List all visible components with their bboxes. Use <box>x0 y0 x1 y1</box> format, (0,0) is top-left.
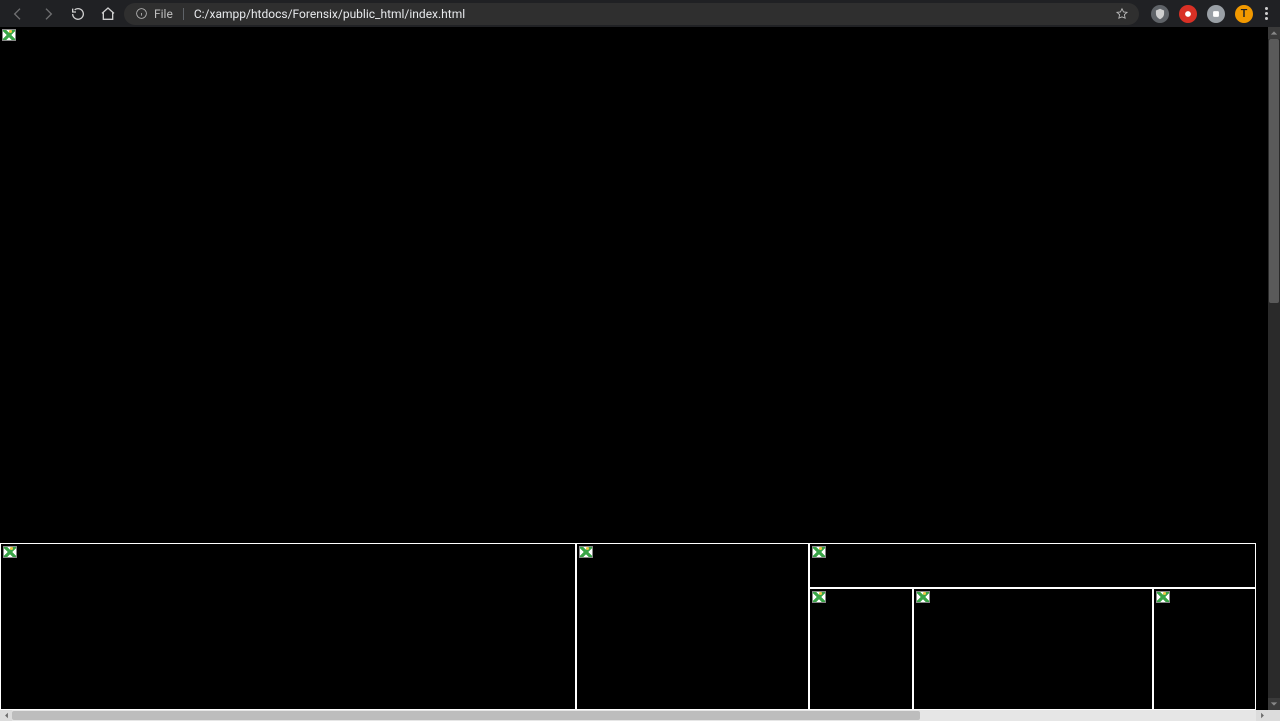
broken-image-row2-a <box>809 588 913 710</box>
bookmark-star-icon[interactable] <box>1115 7 1129 21</box>
nav-cluster <box>6 6 116 22</box>
scroll-up-arrow-icon[interactable] <box>1268 27 1280 39</box>
horizontal-scroll-track[interactable] <box>12 710 1256 721</box>
vertical-scrollbar[interactable] <box>1268 27 1280 710</box>
extension-grey-icon[interactable] <box>1207 5 1225 23</box>
extension-shield-icon[interactable] <box>1151 5 1169 23</box>
site-info-icon[interactable] <box>134 7 148 21</box>
broken-image-row1-a <box>0 543 576 710</box>
scroll-left-arrow-icon[interactable] <box>0 710 12 721</box>
chrome-menu-button[interactable] <box>1263 5 1270 22</box>
url-separator <box>183 8 184 20</box>
back-button[interactable] <box>10 6 26 22</box>
address-bar[interactable]: File C:/xampp/htdocs/Forensix/public_htm… <box>124 3 1139 25</box>
broken-image-row1-c <box>809 543 1256 588</box>
horizontal-scroll-thumb[interactable] <box>12 711 920 720</box>
vertical-scroll-track[interactable] <box>1268 39 1280 698</box>
broken-image-row2-c <box>1153 588 1256 710</box>
broken-image-row1-b <box>576 543 809 710</box>
home-button[interactable] <box>100 6 116 22</box>
forward-button[interactable] <box>40 6 56 22</box>
scrollbar-corner <box>1268 710 1280 721</box>
broken-image-row2-b <box>913 588 1153 710</box>
broken-image-hero <box>0 27 1256 542</box>
scroll-right-arrow-icon[interactable] <box>1256 710 1268 721</box>
scroll-down-arrow-icon[interactable] <box>1268 698 1280 710</box>
extension-red-icon[interactable] <box>1179 5 1197 23</box>
page-body <box>0 27 1268 710</box>
extension-cluster: T <box>1147 5 1274 23</box>
profile-avatar[interactable]: T <box>1235 5 1253 23</box>
browser-toolbar: File C:/xampp/htdocs/Forensix/public_htm… <box>0 0 1280 27</box>
avatar-initial: T <box>1241 7 1248 20</box>
horizontal-scrollbar[interactable] <box>0 710 1280 721</box>
viewport <box>0 27 1280 710</box>
reload-button[interactable] <box>70 6 86 22</box>
url-scheme: File <box>154 7 173 21</box>
url-path: C:/xampp/htdocs/Forensix/public_html/ind… <box>194 7 1109 21</box>
vertical-scroll-thumb[interactable] <box>1269 39 1279 303</box>
